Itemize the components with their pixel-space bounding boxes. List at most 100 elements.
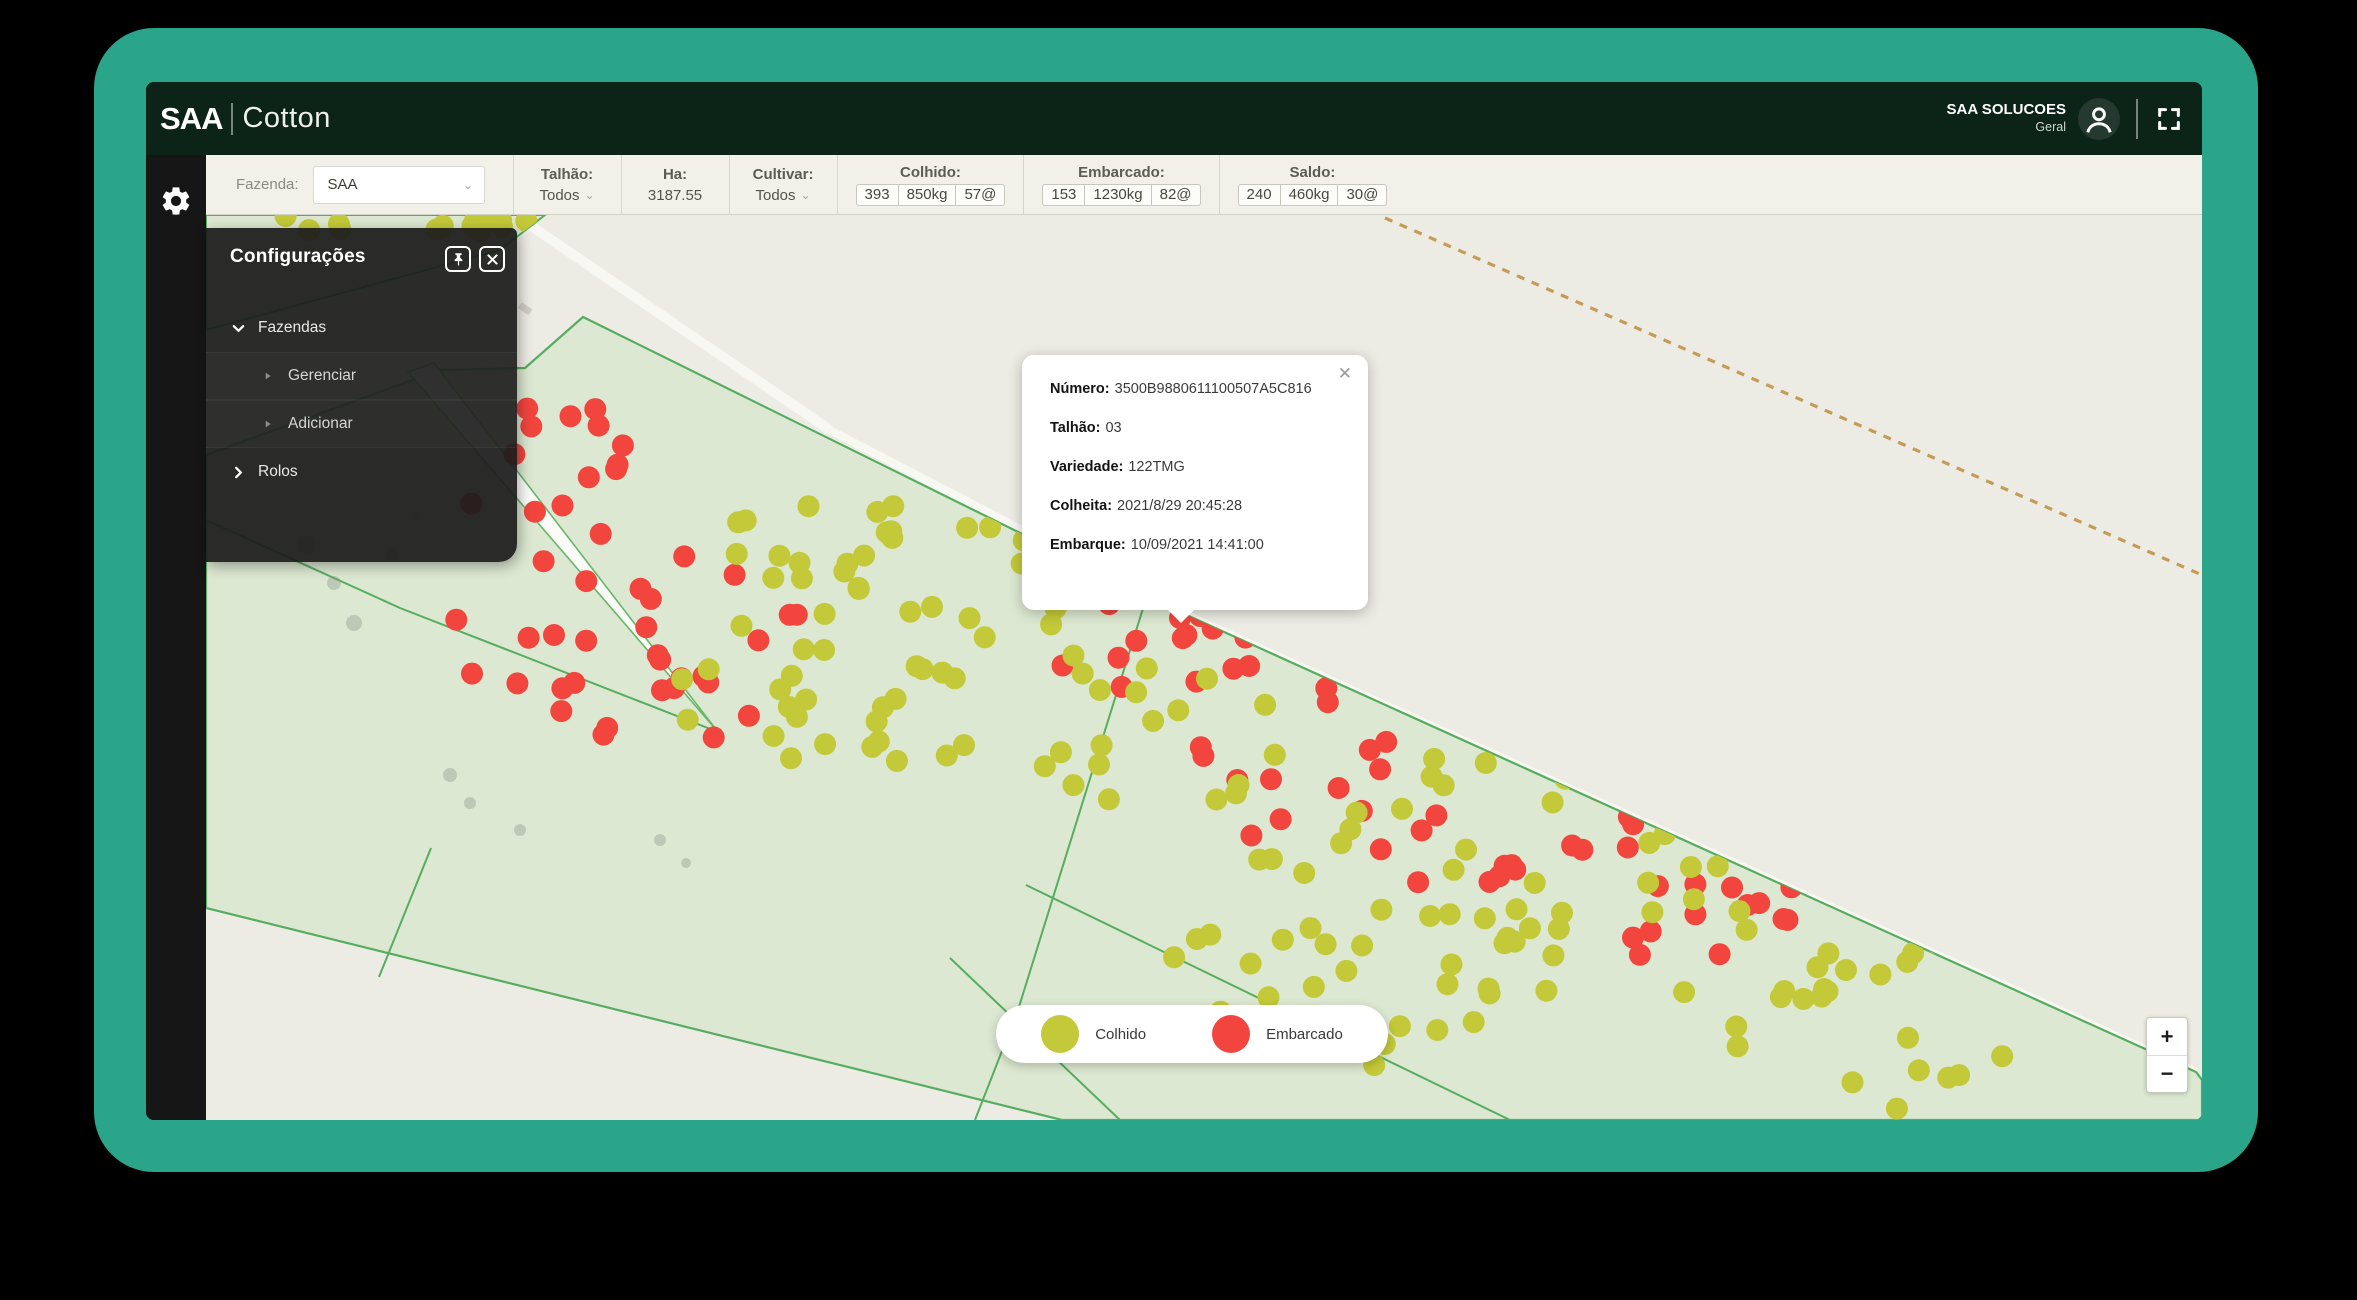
harvest-dot-colhido[interactable] xyxy=(1548,918,1570,940)
stat-select[interactable]: Todos⌄ xyxy=(756,187,811,204)
harvest-dot-colhido[interactable] xyxy=(885,688,907,710)
harvest-dot-embarcado[interactable] xyxy=(1270,808,1292,830)
close-icon[interactable] xyxy=(479,246,505,272)
user-avatar-icon[interactable] xyxy=(2078,98,2120,140)
harvest-dot-colhido[interactable] xyxy=(1098,788,1120,810)
pin-icon[interactable] xyxy=(445,246,471,272)
harvest-dot-colhido[interactable] xyxy=(1474,907,1496,929)
harvest-dot-colhido[interactable] xyxy=(1455,839,1477,861)
harvest-dot-colhido[interactable] xyxy=(1423,748,1445,770)
harvest-dot-embarcado[interactable] xyxy=(575,570,597,592)
harvest-dot-embarcado[interactable] xyxy=(552,495,574,517)
harvest-dot-colhido[interactable] xyxy=(1641,901,1663,923)
harvest-dot-embarcado[interactable] xyxy=(703,726,725,748)
harvest-dot-colhido[interactable] xyxy=(866,501,888,523)
harvest-dot-colhido[interactable] xyxy=(1391,798,1413,820)
harvest-dot-colhido[interactable] xyxy=(881,527,903,549)
harvest-dot-embarcado[interactable] xyxy=(445,609,467,631)
harvest-dot-colhido[interactable] xyxy=(671,668,693,690)
harvest-dot-colhido[interactable] xyxy=(921,596,943,618)
harvest-dot-embarcado[interactable] xyxy=(575,630,597,652)
harvest-dot-colhido[interactable] xyxy=(886,750,908,772)
harvest-dot-embarcado[interactable] xyxy=(533,550,555,572)
harvest-dot-colhido[interactable] xyxy=(936,745,958,767)
harvest-dot-embarcado[interactable] xyxy=(596,717,618,739)
panel-item-rolos[interactable]: Rolos xyxy=(206,448,517,496)
harvest-dot-embarcado[interactable] xyxy=(550,700,572,722)
harvest-dot-embarcado[interactable] xyxy=(461,663,483,685)
harvest-dot-embarcado[interactable] xyxy=(1640,920,1662,942)
harvest-dot-colhido[interactable] xyxy=(1088,754,1110,776)
harvest-dot-colhido[interactable] xyxy=(974,626,996,648)
harvest-dot-colhido[interactable] xyxy=(1196,668,1218,690)
harvest-dot-colhido[interactable] xyxy=(1300,917,1322,939)
harvest-dot-embarcado[interactable] xyxy=(1172,627,1194,649)
harvest-dot-embarcado[interactable] xyxy=(673,545,695,567)
harvest-dot-embarcado[interactable] xyxy=(607,454,629,476)
harvest-dot-colhido[interactable] xyxy=(1729,900,1751,922)
harvest-dot-colhido[interactable] xyxy=(786,706,808,728)
harvest-dot-colhido[interactable] xyxy=(1479,983,1501,1005)
harvest-dot-colhido[interactable] xyxy=(1991,1045,2013,1067)
harvest-dot-embarcado[interactable] xyxy=(543,624,565,646)
harvest-dot-colhido[interactable] xyxy=(1725,1016,1747,1038)
settings-gear-icon[interactable] xyxy=(146,171,206,231)
harvest-dot-embarcado[interactable] xyxy=(786,604,808,626)
harvest-dot-colhido[interactable] xyxy=(780,747,802,769)
harvest-dot-embarcado[interactable] xyxy=(1238,655,1260,677)
harvest-dot-embarcado[interactable] xyxy=(1721,877,1743,899)
harvest-dot-colhido[interactable] xyxy=(1125,681,1147,703)
harvest-dot-embarcado[interactable] xyxy=(1125,630,1147,652)
harvest-dot-embarcado[interactable] xyxy=(578,466,600,488)
harvest-dot-colhido[interactable] xyxy=(1869,964,1891,986)
harvest-dot-colhido[interactable] xyxy=(793,638,815,660)
harvest-dot-colhido[interactable] xyxy=(1186,928,1208,950)
harvest-dot-embarcado[interactable] xyxy=(1617,837,1639,859)
harvest-dot-colhido[interactable] xyxy=(1443,859,1465,881)
harvest-dot-embarcado[interactable] xyxy=(1479,871,1501,893)
harvest-dot-colhido[interactable] xyxy=(1426,1019,1448,1041)
harvest-dot-colhido[interactable] xyxy=(1542,791,1564,813)
harvest-dot-colhido[interactable] xyxy=(1504,931,1526,953)
harvest-dot-colhido[interactable] xyxy=(944,667,966,689)
harvest-dot-embarcado[interactable] xyxy=(1369,758,1391,780)
harvest-dot-embarcado[interactable] xyxy=(1571,839,1593,861)
harvest-dot-colhido[interactable] xyxy=(853,545,875,567)
harvest-dot-colhido[interactable] xyxy=(1315,933,1337,955)
harvest-dot-colhido[interactable] xyxy=(1335,960,1357,982)
harvest-dot-colhido[interactable] xyxy=(1673,981,1695,1003)
harvest-dot-colhido[interactable] xyxy=(1254,694,1276,716)
harvest-dot-colhido[interactable] xyxy=(1136,657,1158,679)
harvest-dot-colhido[interactable] xyxy=(781,665,803,687)
harvest-dot-colhido[interactable] xyxy=(899,601,921,623)
zoom-out-button[interactable]: − xyxy=(2147,1055,2187,1092)
harvest-dot-embarcado[interactable] xyxy=(724,564,746,586)
harvest-dot-embarcado[interactable] xyxy=(506,672,528,694)
harvest-dot-colhido[interactable] xyxy=(1062,774,1084,796)
stat-select[interactable]: Todos⌄ xyxy=(540,187,595,204)
harvest-dot-colhido[interactable] xyxy=(1463,1011,1485,1033)
harvest-dot-colhido[interactable] xyxy=(1908,1059,1930,1081)
harvest-dot-colhido[interactable] xyxy=(1807,956,1829,978)
harvest-dot-colhido[interactable] xyxy=(1163,946,1185,968)
harvest-dot-colhido[interactable] xyxy=(1441,953,1463,975)
harvest-dot-embarcado[interactable] xyxy=(1709,943,1731,965)
harvest-dot-embarcado[interactable] xyxy=(1501,854,1523,876)
harvest-dot-colhido[interactable] xyxy=(1040,613,1062,635)
harvest-dot-colhido[interactable] xyxy=(866,710,888,732)
harvest-dot-colhido[interactable] xyxy=(1475,752,1497,774)
harvest-dot-colhido[interactable] xyxy=(1683,888,1705,910)
harvest-dot-colhido[interactable] xyxy=(1524,872,1546,894)
harvest-dot-colhido[interactable] xyxy=(1034,755,1056,777)
harvest-dot-colhido[interactable] xyxy=(1228,774,1250,796)
harvest-dot-colhido[interactable] xyxy=(1351,935,1373,957)
harvest-dot-embarcado[interactable] xyxy=(1328,777,1350,799)
harvest-dot-colhido[interactable] xyxy=(1370,899,1392,921)
harvest-dot-embarcado[interactable] xyxy=(1748,892,1770,914)
harvest-dot-colhido[interactable] xyxy=(1142,710,1164,732)
harvest-dot-embarcado[interactable] xyxy=(1317,691,1339,713)
harvest-dot-embarcado[interactable] xyxy=(1240,825,1262,847)
harvest-dot-colhido[interactable] xyxy=(1167,699,1189,721)
harvest-dot-embarcado[interactable] xyxy=(738,705,760,727)
harvest-dot-colhido[interactable] xyxy=(762,567,784,589)
